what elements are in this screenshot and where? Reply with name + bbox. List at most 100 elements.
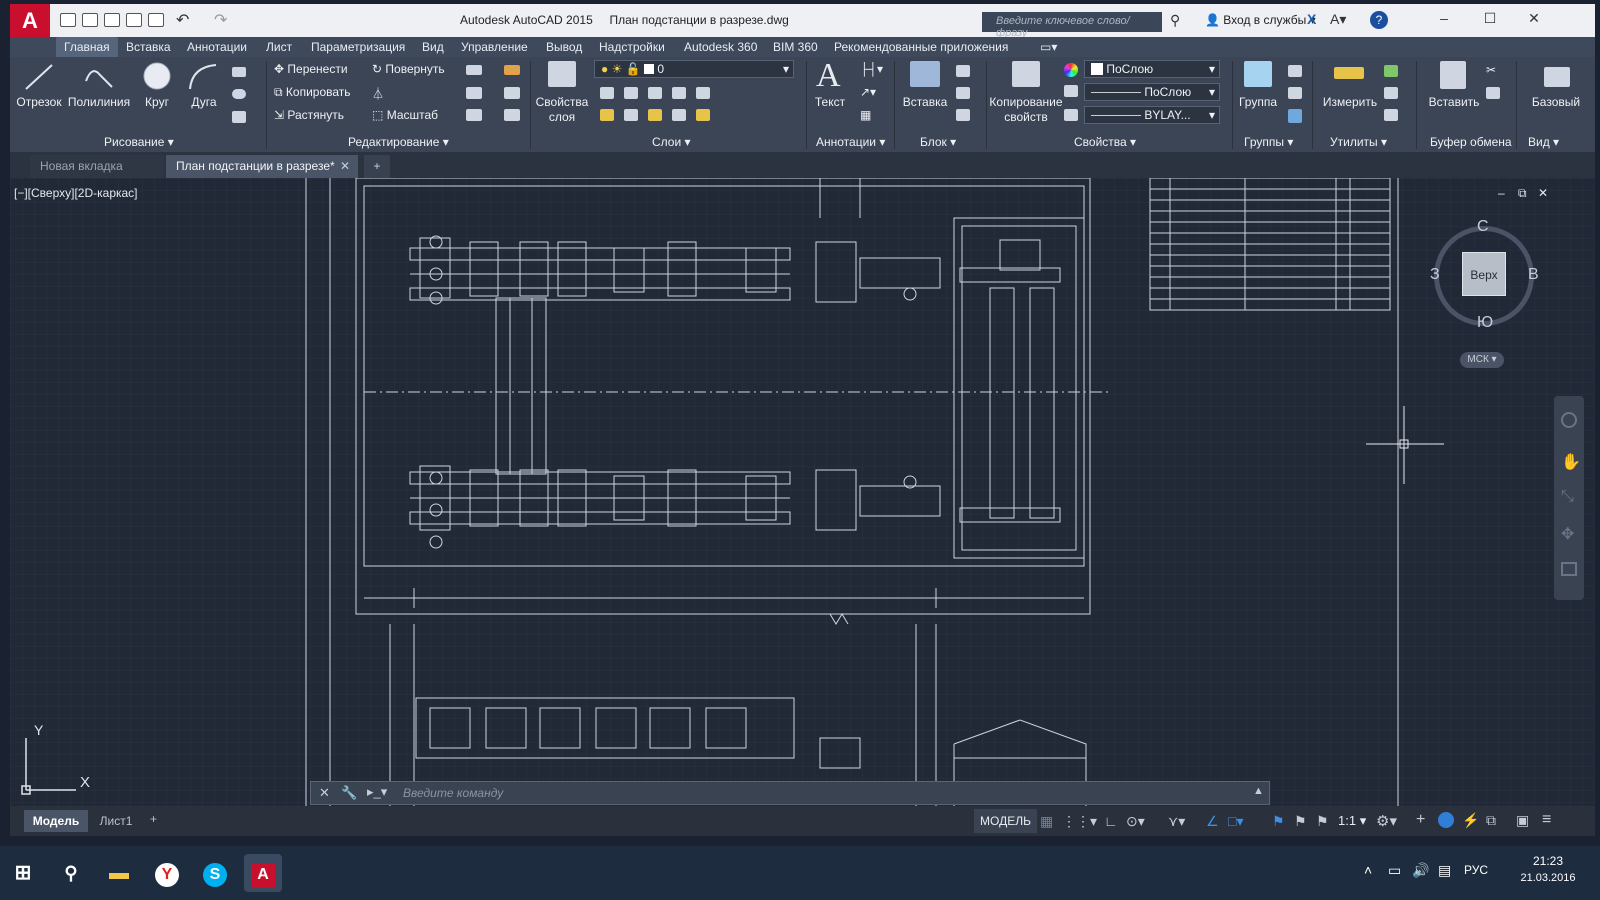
ucs-menu[interactable]: МСК ▾: [1460, 352, 1504, 368]
annotation-visibility-icon[interactable]: ⚑: [1272, 813, 1285, 830]
dimension-icon[interactable]: ├┤▾: [860, 62, 883, 76]
group-edit-icon[interactable]: [1288, 87, 1302, 99]
yandex-browser-icon[interactable]: Y: [148, 854, 186, 892]
hatch-icon[interactable]: [232, 111, 246, 123]
text-button[interactable]: Текст: [806, 95, 854, 109]
create-block-icon[interactable]: [956, 65, 970, 77]
layer-tool-icon[interactable]: [600, 87, 614, 99]
match-properties-button[interactable]: Копирование свойств: [988, 95, 1064, 125]
redo-icon[interactable]: ↷: [214, 10, 227, 30]
ellipse-icon[interactable]: [232, 89, 246, 99]
tab-current-drawing[interactable]: План подстанции в разрезе* ✕: [166, 155, 358, 178]
model-space-button[interactable]: МОДЕЛЬ: [974, 809, 1037, 833]
show-hidden-icons-icon[interactable]: ˄: [1364, 862, 1372, 878]
stretch-button[interactable]: ⇲ Растянуть: [274, 108, 344, 122]
volume-icon[interactable]: 🔊: [1412, 862, 1429, 879]
trim-icon[interactable]: [466, 65, 482, 75]
color-dropdown[interactable]: ПоСлою ▾: [1084, 60, 1220, 78]
clean-screen-icon[interactable]: ⧉: [1486, 812, 1496, 829]
color-wheel-icon[interactable]: [1064, 63, 1078, 77]
leader-icon[interactable]: ↗▾: [860, 85, 876, 99]
match-properties-icon[interactable]: [1012, 61, 1040, 87]
binoculars-icon[interactable]: ⚲: [1170, 12, 1180, 29]
tab-manage[interactable]: Управление: [461, 40, 528, 54]
annotation-monitor-icon[interactable]: +: [1416, 811, 1425, 829]
block-panel-title[interactable]: Блок ▾: [920, 135, 956, 149]
close-button[interactable]: ✕: [1520, 10, 1548, 30]
fullscreen-icon[interactable]: ▣: [1516, 812, 1529, 829]
copy-button[interactable]: ⧉ Копировать: [274, 85, 351, 100]
object-snap-tracking-icon[interactable]: ∠: [1206, 813, 1219, 830]
layer-tool-icon[interactable]: [624, 87, 638, 99]
viewcube[interactable]: Верх С Ю З В: [1430, 218, 1539, 331]
arc-button[interactable]: Дуга: [186, 95, 222, 109]
viewcube-top-face[interactable]: Верх: [1462, 252, 1506, 296]
layer-properties-icon[interactable]: [548, 61, 576, 87]
new-file-icon[interactable]: [60, 13, 76, 27]
layer-tool-icon[interactable]: [672, 109, 686, 121]
isolate-objects-icon[interactable]: [1438, 812, 1454, 828]
layout1-tab[interactable]: Лист1: [90, 810, 142, 832]
command-prompt-icon[interactable]: ▸_▾: [367, 784, 387, 800]
file-explorer-icon[interactable]: ▬: [100, 854, 138, 892]
tab-insert[interactable]: Вставка: [126, 40, 171, 54]
clock-date[interactable]: 21.03.2016: [1516, 872, 1580, 884]
autocad-logo-icon[interactable]: A: [10, 4, 50, 37]
table-icon[interactable]: ▦: [860, 108, 871, 122]
command-history-icon[interactable]: ▲: [1253, 785, 1264, 797]
layer-tool-icon[interactable]: [648, 109, 662, 121]
group-button[interactable]: Группа: [1234, 95, 1282, 109]
input-language[interactable]: РУС: [1464, 863, 1488, 877]
showmotion-icon[interactable]: [1561, 562, 1577, 576]
insert-block-icon[interactable]: [910, 61, 940, 87]
save-as-icon[interactable]: [126, 13, 142, 27]
search-icon[interactable]: ⚲: [52, 854, 90, 892]
tab-layout[interactable]: Лист: [266, 40, 292, 54]
tab-new[interactable]: Новая вкладка: [30, 155, 164, 178]
tab-parametric[interactable]: Параметризация: [311, 40, 405, 54]
print-icon[interactable]: [148, 13, 164, 27]
lineweight-icon[interactable]: [1064, 109, 1078, 121]
polyline-button[interactable]: Полилиния: [66, 95, 132, 109]
calculator-icon[interactable]: [1384, 109, 1398, 121]
snap-icon[interactable]: ⋮⋮▾: [1062, 813, 1097, 830]
add-tab-icon[interactable]: +: [364, 155, 390, 178]
erase-icon[interactable]: [504, 65, 520, 75]
quick-select-icon[interactable]: [1384, 65, 1398, 77]
properties-panel-title[interactable]: Свойства ▾: [1074, 135, 1136, 149]
compass-west[interactable]: З: [1430, 266, 1440, 284]
customize-menu-icon[interactable]: ≡: [1542, 811, 1551, 829]
measure-icon[interactable]: [1334, 67, 1364, 79]
ribbon-toggle-icon[interactable]: ▭▾: [1040, 40, 1057, 54]
clock-time[interactable]: 21:23: [1516, 854, 1580, 868]
modify-panel-title[interactable]: Редактирование ▾: [348, 135, 449, 149]
copy-clip-icon[interactable]: [1486, 87, 1500, 99]
layer-tool-icon[interactable]: [624, 109, 638, 121]
group-select-icon[interactable]: [1288, 109, 1302, 123]
measure-button[interactable]: Измерить: [1322, 95, 1378, 109]
polar-icon[interactable]: ⊙▾: [1126, 813, 1145, 830]
rectangle-icon[interactable]: [232, 67, 246, 77]
edit-block-icon[interactable]: [956, 87, 970, 99]
model-tab[interactable]: Модель: [24, 810, 88, 832]
ungroup-icon[interactable]: [1288, 65, 1302, 77]
workspace-gear-icon[interactable]: ⚙▾: [1376, 812, 1397, 830]
annotation-scale-icon[interactable]: ⚑: [1316, 813, 1329, 830]
windows-start-icon[interactable]: ⊞: [4, 854, 42, 892]
tab-bim-360[interactable]: BIM 360: [773, 40, 818, 54]
compass-east[interactable]: В: [1528, 266, 1539, 284]
signin-button[interactable]: 👤 Вход в службы ▾: [1205, 13, 1316, 27]
utilities-panel-title[interactable]: Утилиты ▾: [1330, 135, 1387, 149]
line-button[interactable]: Отрезок: [16, 95, 62, 109]
mirror-icon[interactable]: ⏃: [372, 85, 384, 102]
tab-output[interactable]: Вывод: [546, 40, 582, 54]
layer-dropdown[interactable]: ● ☀ 🔓 0 ▾: [594, 60, 794, 78]
clipboard-panel-title[interactable]: Буфер обмена: [1430, 135, 1512, 149]
tab-view[interactable]: Вид: [422, 40, 444, 54]
groups-panel-title[interactable]: Группы ▾: [1244, 135, 1293, 149]
drawing-area[interactable]: [−][Сверху][2D-каркас] Y X – ⧉ ✕ Верх С …: [10, 178, 1595, 806]
ortho-icon[interactable]: ∟: [1104, 813, 1118, 829]
circle-icon[interactable]: [140, 59, 174, 93]
lineweight-dropdown[interactable]: BYLAY... ▾: [1084, 106, 1220, 124]
orbit-icon[interactable]: ✥: [1561, 524, 1574, 544]
